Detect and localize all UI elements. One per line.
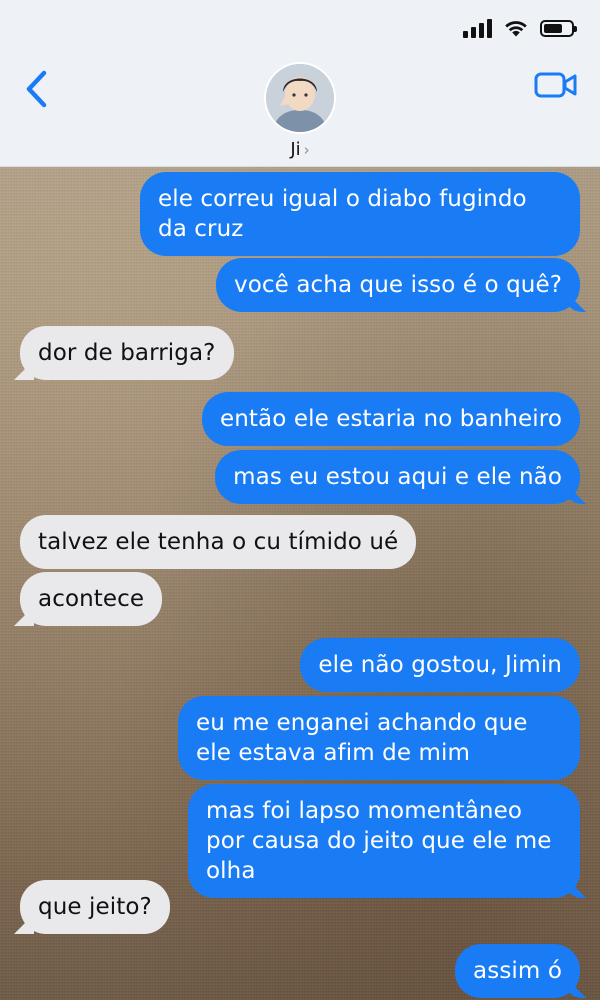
received-message-bubble[interactable]: que jeito?	[20, 880, 170, 934]
message-text: mas foi lapso momentâneo por causa do je…	[206, 798, 552, 884]
message-text: assim ó	[473, 958, 562, 984]
sent-message-bubble[interactable]: ele não gostou, Jimin	[300, 638, 580, 692]
contact-name[interactable]: Ji ›	[0, 139, 600, 160]
video-camera-icon	[534, 72, 577, 98]
back-button[interactable]	[18, 68, 54, 110]
message-text: ele não gostou, Jimin	[318, 652, 562, 678]
facetime-video-button[interactable]	[534, 68, 578, 102]
sent-message-bubble[interactable]: assim ó	[455, 944, 580, 998]
conversation-header: Ji ›	[0, 0, 600, 167]
received-message-bubble[interactable]: acontece	[20, 572, 163, 626]
avatar-photo	[266, 64, 334, 132]
status-bar	[463, 18, 577, 38]
sent-message-bubble[interactable]: eu me enganei achando que ele estava afi…	[178, 696, 580, 780]
message-text: dor de barriga?	[38, 340, 216, 366]
sent-message-bubble[interactable]: ele correu igual o diabo fugindo da cruz	[140, 172, 580, 256]
sent-message-bubble[interactable]: mas foi lapso momentâneo por causa do je…	[188, 784, 580, 898]
sent-message-bubble[interactable]: então ele estaria no banheiro	[202, 392, 580, 446]
chevron-right-icon: ›	[303, 141, 310, 159]
received-message-bubble[interactable]: dor de barriga?	[20, 326, 234, 380]
contact-name-label: Ji	[290, 139, 301, 160]
message-text: então ele estaria no banheiro	[220, 406, 562, 432]
message-text: talvez ele tenha o cu tímido ué	[38, 529, 399, 555]
battery-level	[544, 23, 562, 33]
received-message-bubble[interactable]: talvez ele tenha o cu tímido ué	[20, 515, 417, 569]
message-text: mas eu estou aqui e ele não	[233, 464, 562, 490]
sent-message-bubble[interactable]: você acha que isso é o quê?	[216, 258, 580, 312]
contact-avatar[interactable]	[266, 64, 334, 132]
wifi-icon	[505, 21, 527, 37]
cellular-signal-icon	[463, 18, 492, 38]
battery-icon	[540, 19, 577, 37]
chevron-left-icon	[26, 70, 47, 108]
message-text: acontece	[38, 586, 145, 612]
message-text: ele correu igual o diabo fugindo da cruz	[158, 186, 527, 242]
message-text: você acha que isso é o quê?	[234, 272, 562, 298]
sent-message-bubble[interactable]: mas eu estou aqui e ele não	[215, 450, 580, 504]
message-text: eu me enganei achando que ele estava afi…	[196, 710, 528, 766]
message-text: que jeito?	[38, 894, 152, 920]
